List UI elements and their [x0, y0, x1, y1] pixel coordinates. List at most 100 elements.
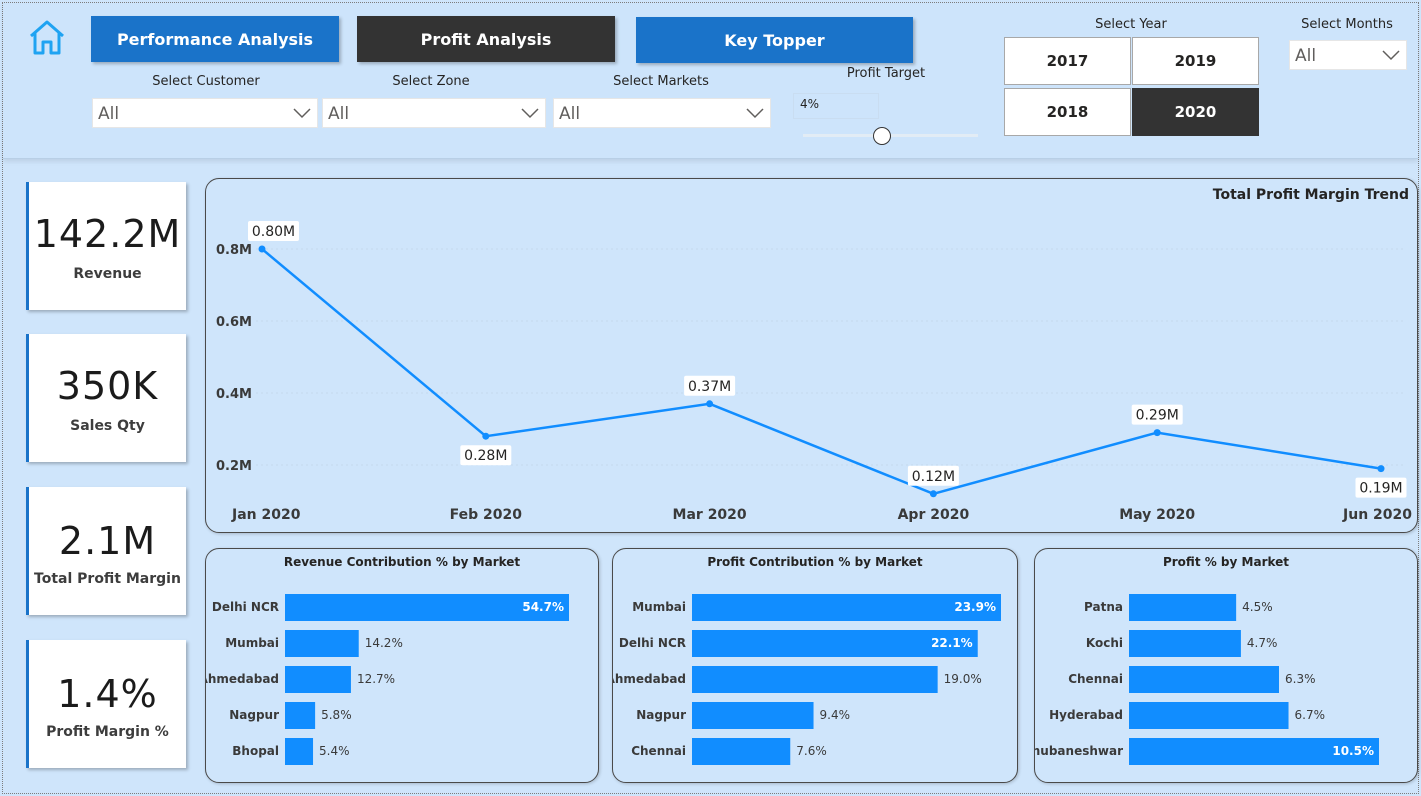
markets-dropdown[interactable]: All [553, 98, 771, 128]
kpi-label: Sales Qty [70, 418, 145, 434]
bar-value-label: 5.4% [319, 744, 350, 758]
profit-pct-by-market-chart: Profit % by Market Patna 4.5% Kochi 4.7% Che… [1034, 548, 1418, 783]
data-point [1377, 465, 1385, 473]
category-label: Ahmedabad [613, 672, 686, 686]
x-tick-label: Apr 2020 [898, 507, 970, 523]
zone-dropdown-value: All [328, 104, 350, 124]
data-point [482, 432, 490, 440]
year-filter-label: Select Year [1095, 17, 1167, 32]
kpi-value: 1.4% [57, 672, 158, 716]
kpi-card-revenue: 142.2M Revenue [26, 182, 186, 310]
bar [692, 738, 791, 765]
category-label: Delhi NCR [212, 600, 279, 614]
bar-value-label: 23.9% [954, 600, 996, 614]
zone-filter-label: Select Zone [392, 74, 470, 89]
data-point [929, 490, 937, 498]
category-label: Nagpur [229, 708, 279, 722]
data-point [1153, 429, 1161, 437]
bar [1129, 630, 1241, 657]
year-button-2020[interactable]: 2020 [1132, 88, 1259, 136]
category-label: Mumbai [225, 636, 279, 650]
profit-contribution-chart: Profit Contribution % by Market Mumbai 23… [612, 548, 1018, 783]
y-tick-label: 0.2M [216, 459, 252, 474]
data-label: 0.12M [912, 469, 955, 485]
bar-value-label: 5.8% [321, 708, 352, 722]
bar-value-label: 19.0% [944, 672, 982, 686]
category-label: Nagpur [636, 708, 686, 722]
profit-target-input[interactable]: 4% [793, 93, 879, 119]
bar [285, 702, 316, 729]
kpi-value: 2.1M [58, 519, 157, 563]
bar-value-label: 22.1% [931, 636, 973, 650]
markets-dropdown-value: All [559, 104, 581, 124]
category-label: Chennai [1068, 672, 1123, 686]
chevron-down-icon [746, 108, 764, 119]
customer-dropdown-value: All [98, 104, 120, 124]
kpi-card-profit-margin-pct: 1.4% Profit Margin % [26, 640, 186, 768]
kpi-value: 350K [56, 364, 159, 408]
category-label: Bhubaneshwar [1035, 744, 1123, 758]
bar-value-label: 9.4% [820, 708, 851, 722]
months-filter-label: Select Months [1301, 17, 1393, 32]
data-label: 0.28M [464, 448, 507, 464]
bar-value-label: 14.2% [365, 636, 403, 650]
kpi-label: Profit Margin % [46, 724, 169, 740]
bar [1129, 702, 1289, 729]
y-tick-label: 0.6M [216, 315, 252, 330]
kpi-card-sales-qty: 350K Sales Qty [26, 334, 186, 462]
bar [285, 738, 314, 765]
bar-value-label: 7.6% [796, 744, 827, 758]
bar [285, 666, 351, 693]
x-tick-label: May 2020 [1119, 507, 1195, 523]
revenue-contribution-chart: Revenue Contribution % by Market Delhi N… [205, 548, 599, 783]
bar-chart-svg: Delhi NCR 54.7% Mumbai 14.2% Ahmedabad 12.7% N… [206, 594, 569, 765]
data-label: 0.19M [1359, 481, 1402, 497]
year-button-2018[interactable]: 2018 [1004, 88, 1131, 136]
x-tick-label: Feb 2020 [450, 507, 523, 523]
kpi-label: Revenue [73, 266, 142, 282]
category-label: Ahmedabad [206, 672, 279, 686]
months-dropdown[interactable]: All [1289, 40, 1407, 70]
bar [1129, 594, 1237, 621]
y-tick-label: 0.4M [216, 387, 252, 402]
data-point [706, 400, 714, 408]
chevron-down-icon [521, 108, 539, 119]
zone-dropdown[interactable]: All [322, 98, 546, 128]
category-label: Bhopal [232, 744, 279, 758]
bar-value-label: 6.3% [1285, 672, 1316, 686]
line-chart-svg: 0.2M 0.4M 0.6M 0.8M Jan 2020 Feb 2020 Mar 2020… [216, 221, 1412, 523]
bar-chart-svg: Mumbai 23.9% Delhi NCR 22.1% Ahmedabad 19.0% N… [613, 594, 1001, 765]
performance-analysis-button[interactable]: Performance Analysis [91, 16, 339, 62]
chevron-down-icon [1382, 50, 1400, 61]
category-label: Patna [1084, 600, 1123, 614]
category-label: Delhi NCR [619, 636, 686, 650]
bar [285, 630, 359, 657]
profit-target-slider-handle[interactable] [872, 127, 891, 145]
chevron-down-icon [293, 108, 311, 119]
kpi-card-total-profit-margin: 2.1M Total Profit Margin [26, 487, 186, 615]
year-button-2019[interactable]: 2019 [1132, 37, 1259, 85]
category-label: Hyderabad [1049, 708, 1123, 722]
home-icon[interactable] [27, 17, 67, 57]
category-label: Chennai [631, 744, 686, 758]
y-tick-label: 0.8M [216, 243, 252, 258]
customer-dropdown[interactable]: All [92, 98, 318, 128]
bar [692, 666, 938, 693]
key-topper-button[interactable]: Key Topper [636, 17, 913, 63]
x-tick-label: Mar 2020 [673, 507, 747, 523]
category-label: Kochi [1086, 636, 1123, 650]
year-button-2017[interactable]: 2017 [1004, 37, 1131, 85]
trend-line [261, 248, 1382, 496]
kpi-label: Total Profit Margin [34, 571, 181, 587]
customer-filter-label: Select Customer [152, 74, 260, 89]
bar-value-label: 6.7% [1295, 708, 1326, 722]
filter-bar: Performance Analysis Profit Analysis Key… [3, 3, 1418, 159]
data-label: 0.37M [688, 379, 731, 395]
category-label: Mumbai [632, 600, 686, 614]
bar-value-label: 4.5% [1242, 600, 1273, 614]
markets-filter-label: Select Markets [613, 74, 709, 89]
bar [692, 702, 814, 729]
bar-value-label: 12.7% [357, 672, 395, 686]
x-tick-label: Jan 2020 [231, 507, 301, 523]
profit-analysis-button[interactable]: Profit Analysis [357, 16, 615, 62]
